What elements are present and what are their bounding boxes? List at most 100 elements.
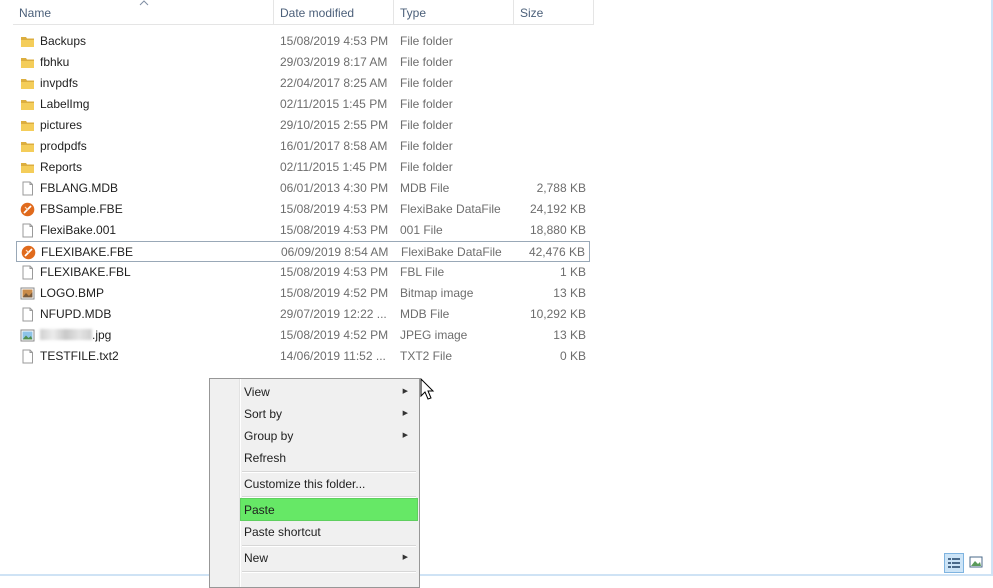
folder-icon xyxy=(20,118,35,133)
file-type: File folder xyxy=(400,34,453,48)
folder-icon xyxy=(20,76,35,91)
large-icons-view-button[interactable] xyxy=(967,553,987,573)
file-name: FBSample.FBE xyxy=(40,199,123,220)
file-row[interactable]: NFUPD.MDB 29/07/2019 12:22 ... MDB File 10,… xyxy=(16,304,590,325)
file-name: FLEXIBAKE.FBL xyxy=(40,262,131,283)
menu-item-new[interactable]: New ▶ xyxy=(240,547,418,569)
file-type: 001 File xyxy=(400,223,443,237)
file-type: MDB File xyxy=(400,307,450,321)
details-view-icon xyxy=(948,558,960,568)
menu-item-sort-by-label: Sort by xyxy=(244,407,283,421)
file-date: 29/07/2019 12:22 ... xyxy=(280,307,387,321)
flexibake-icon xyxy=(20,202,35,217)
jpeg-icon xyxy=(20,328,35,343)
file-name: Backups xyxy=(40,31,86,52)
file-name-text: fbhku xyxy=(40,55,70,69)
submenu-arrow-icon: ▶ xyxy=(402,388,408,395)
file-row[interactable]: TESTFILE.txt2 14/06/2019 11:52 ... TXT2 Fi… xyxy=(16,346,590,367)
file-name: pictures xyxy=(40,115,82,136)
file-row[interactable]: FLEXIBAKE.FBE 06/09/2019 8:54 AM FlexiBake… xyxy=(16,241,590,262)
file-name-text: FlexiBake.001 xyxy=(40,223,117,237)
file-name: NFUPD.MDB xyxy=(40,304,111,325)
file-name-text: FBSample.FBE xyxy=(40,202,123,216)
file-type: File folder xyxy=(400,139,453,153)
menu-item-refresh[interactable]: Refresh xyxy=(240,447,418,469)
column-header-date[interactable]: Date modified xyxy=(274,0,394,25)
file-row[interactable]: invpdfs 22/04/2017 8:25 AM File folder xyxy=(16,73,590,94)
redacted-filename xyxy=(40,329,92,340)
menu-item-view[interactable]: View ▶ xyxy=(240,381,418,403)
file-row[interactable]: Backups 15/08/2019 4:53 PM File folder xyxy=(16,31,590,52)
file-name: .jpg xyxy=(40,325,111,346)
file-type: FBL File xyxy=(400,265,445,279)
file-size: 24,192 KB xyxy=(529,202,586,216)
file-name-text: LabelImg xyxy=(40,97,90,111)
file-row[interactable]: FLEXIBAKE.FBL 15/08/2019 4:53 PM FBL File 1… xyxy=(16,262,590,283)
menu-item-sort-by[interactable]: Sort by ▶ xyxy=(240,403,418,425)
file-row[interactable]: LabelImg 02/11/2015 1:45 PM File folder xyxy=(16,94,590,115)
menu-item-paste-shortcut[interactable]: Paste shortcut xyxy=(240,521,418,543)
file-name-text: Reports xyxy=(40,160,83,174)
column-header-size[interactable]: Size xyxy=(514,0,594,25)
file-type: Bitmap image xyxy=(400,286,474,300)
menu-item-paste-shortcut-label: Paste shortcut xyxy=(244,525,321,539)
file-type: JPEG image xyxy=(400,328,468,342)
flexibake-icon xyxy=(21,245,36,260)
file-date: 22/04/2017 8:25 AM xyxy=(280,76,388,90)
file-row[interactable]: FBSample.FBE 15/08/2019 4:53 PM FlexiBake … xyxy=(16,199,590,220)
file-name: FBLANG.MDB xyxy=(40,178,118,199)
file-date: 06/09/2019 8:54 AM xyxy=(281,245,389,259)
file-row[interactable]: fbhku 29/03/2019 8:17 AM File folder xyxy=(16,52,590,73)
file-row[interactable]: prodpdfs 16/01/2017 8:58 AM File folder xyxy=(16,136,590,157)
folder-icon xyxy=(20,160,35,175)
column-header-size-label: Size xyxy=(520,6,544,20)
file-row[interactable]: Reports 02/11/2015 1:45 PM File folder xyxy=(16,157,590,178)
file-size: 2,788 KB xyxy=(536,181,586,195)
column-header-type[interactable]: Type xyxy=(394,0,514,25)
file-size: 13 KB xyxy=(553,328,586,342)
file-icon xyxy=(20,349,35,364)
submenu-arrow-icon: ▶ xyxy=(402,410,408,417)
explorer-pane: Name Date modified Type Size Backups 15/0… xyxy=(0,0,993,588)
file-size: 42,476 KB xyxy=(528,245,585,259)
menu-item-refresh-label: Refresh xyxy=(244,451,287,465)
mouse-cursor-icon xyxy=(420,378,435,400)
file-date: 29/10/2015 2:55 PM xyxy=(280,118,389,132)
menu-item-group-by[interactable]: Group by ▶ xyxy=(240,425,418,447)
file-row[interactable]: FlexiBake.001 15/08/2019 4:53 PM 001 File 1… xyxy=(16,220,590,241)
details-view-button[interactable] xyxy=(944,553,964,573)
file-type: FlexiBake DataFile xyxy=(400,202,501,216)
menu-item-customize-label: Customize this folder... xyxy=(244,477,366,491)
file-row[interactable]: FBLANG.MDB 06/01/2013 4:30 PM MDB File 2,78… xyxy=(16,178,590,199)
file-row[interactable]: LOGO.BMP 15/08/2019 4:52 PM Bitmap image 13… xyxy=(16,283,590,304)
column-header-bar: Name Date modified Type Size xyxy=(0,0,594,25)
folder-icon xyxy=(20,139,35,154)
file-date: 15/08/2019 4:53 PM xyxy=(280,223,389,237)
file-name: LabelImg xyxy=(40,94,89,115)
column-header-name[interactable]: Name xyxy=(13,0,274,25)
column-header-name-label: Name xyxy=(19,6,52,20)
file-type: TXT2 File xyxy=(400,349,453,363)
file-name: FLEXIBAKE.FBE xyxy=(41,242,133,263)
file-type: MDB File xyxy=(400,181,450,195)
menu-item-paste[interactable]: Paste xyxy=(240,498,418,521)
file-date: 15/08/2019 4:53 PM xyxy=(280,265,389,279)
file-row[interactable]: .jpg 15/08/2019 4:52 PM JPEG image 13 KB xyxy=(16,325,590,346)
file-row[interactable]: pictures 29/10/2015 2:55 PM File folder xyxy=(16,115,590,136)
file-name: FlexiBake.001 xyxy=(40,220,116,241)
file-name-text: FLEXIBAKE.FBE xyxy=(41,245,134,259)
large-icons-view-icon xyxy=(969,556,983,568)
file-date: 02/11/2015 1:45 PM xyxy=(280,97,388,111)
file-type: File folder xyxy=(400,118,453,132)
file-name: TESTFILE.txt2 xyxy=(40,346,119,367)
folder-icon xyxy=(20,55,35,70)
menu-item-view-label: View xyxy=(244,385,270,399)
file-name: fbhku xyxy=(40,52,69,73)
file-type: File folder xyxy=(400,97,453,111)
menu-separator xyxy=(242,571,416,573)
folder-icon xyxy=(20,97,35,112)
file-name-text: FLEXIBAKE.FBL xyxy=(40,265,131,279)
folder-icon xyxy=(20,34,35,49)
menu-item-customize-folder[interactable]: Customize this folder... xyxy=(240,473,418,495)
file-name: LOGO.BMP xyxy=(40,283,104,304)
